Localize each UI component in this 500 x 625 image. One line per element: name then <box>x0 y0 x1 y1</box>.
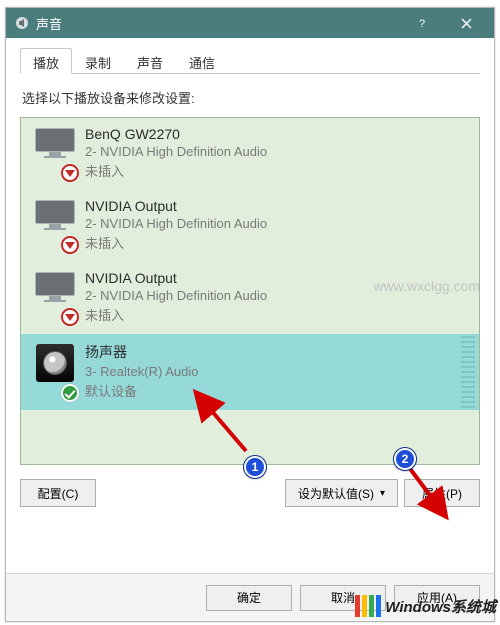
device-item-benq[interactable]: BenQ GW2270 2- NVIDIA High Definition Au… <box>21 118 479 190</box>
sound-dialog: 声音 ? 播放 录制 声音 通信 选择以下播放设备来修改设置: <box>5 7 495 622</box>
device-driver: 2- NVIDIA High Definition Audio <box>85 288 471 303</box>
set-default-button[interactable]: 设为默认值(S) ▾ <box>285 479 398 507</box>
monitor-icon <box>29 126 81 180</box>
unplugged-badge-icon <box>61 164 79 182</box>
device-driver: 2- NVIDIA High Definition Audio <box>85 144 471 159</box>
device-item-nvidia-2[interactable]: NVIDIA Output 2- NVIDIA High Definition … <box>21 262 479 334</box>
ok-button[interactable]: 确定 <box>206 585 292 611</box>
default-badge-icon <box>61 384 79 402</box>
device-buttons-row: 配置(C) 设为默认值(S) ▾ 属性(P) <box>20 479 480 507</box>
playback-device-list[interactable]: BenQ GW2270 2- NVIDIA High Definition Au… <box>20 117 480 465</box>
titlebar: 声音 ? <box>6 8 494 38</box>
device-item-speakers[interactable]: 扬声器 3- Realtek(R) Audio 默认设备 <box>21 334 479 410</box>
cancel-button[interactable]: 取消 <box>300 585 386 611</box>
device-status: 默认设备 <box>85 381 471 400</box>
chevron-down-icon: ▾ <box>380 488 385 499</box>
monitor-icon <box>29 270 81 324</box>
help-button[interactable]: ? <box>400 8 444 38</box>
monitor-icon <box>29 198 81 252</box>
properties-button[interactable]: 属性(P) <box>404 479 480 507</box>
device-driver: 3- Realtek(R) Audio <box>85 364 471 379</box>
device-item-nvidia-1[interactable]: NVIDIA Output 2- NVIDIA High Definition … <box>21 190 479 262</box>
unplugged-badge-icon <box>61 308 79 326</box>
device-driver: 2- NVIDIA High Definition Audio <box>85 216 471 231</box>
configure-button[interactable]: 配置(C) <box>20 479 96 507</box>
device-status: 未插入 <box>85 161 471 180</box>
client-area: 播放 录制 声音 通信 选择以下播放设备来修改设置: BenQ GW2270 2… <box>6 38 494 573</box>
device-status: 未插入 <box>85 233 471 252</box>
tab-communications[interactable]: 通信 <box>176 48 228 74</box>
tab-strip: 播放 录制 声音 通信 <box>20 48 480 74</box>
close-button[interactable] <box>444 8 488 38</box>
device-name: NVIDIA Output <box>85 198 471 214</box>
set-default-label: 设为默认值(S) <box>298 485 374 502</box>
tab-playback[interactable]: 播放 <box>20 48 72 74</box>
speaker-icon <box>29 342 81 400</box>
dialog-title: 声音 <box>36 14 400 33</box>
tab-sounds[interactable]: 声音 <box>124 48 176 74</box>
apply-button[interactable]: 应用(A) <box>394 585 480 611</box>
device-name: 扬声器 <box>85 342 471 362</box>
tab-recording[interactable]: 录制 <box>72 48 124 74</box>
device-name: BenQ GW2270 <box>85 126 471 142</box>
device-status: 未插入 <box>85 305 471 324</box>
instruction-text: 选择以下播放设备来修改设置: <box>22 88 478 107</box>
unplugged-badge-icon <box>61 236 79 254</box>
device-name: NVIDIA Output <box>85 270 471 286</box>
sound-sys-icon <box>14 15 30 31</box>
svg-text:?: ? <box>419 18 425 29</box>
dialog-button-row: 确定 取消 应用(A) <box>6 573 494 621</box>
